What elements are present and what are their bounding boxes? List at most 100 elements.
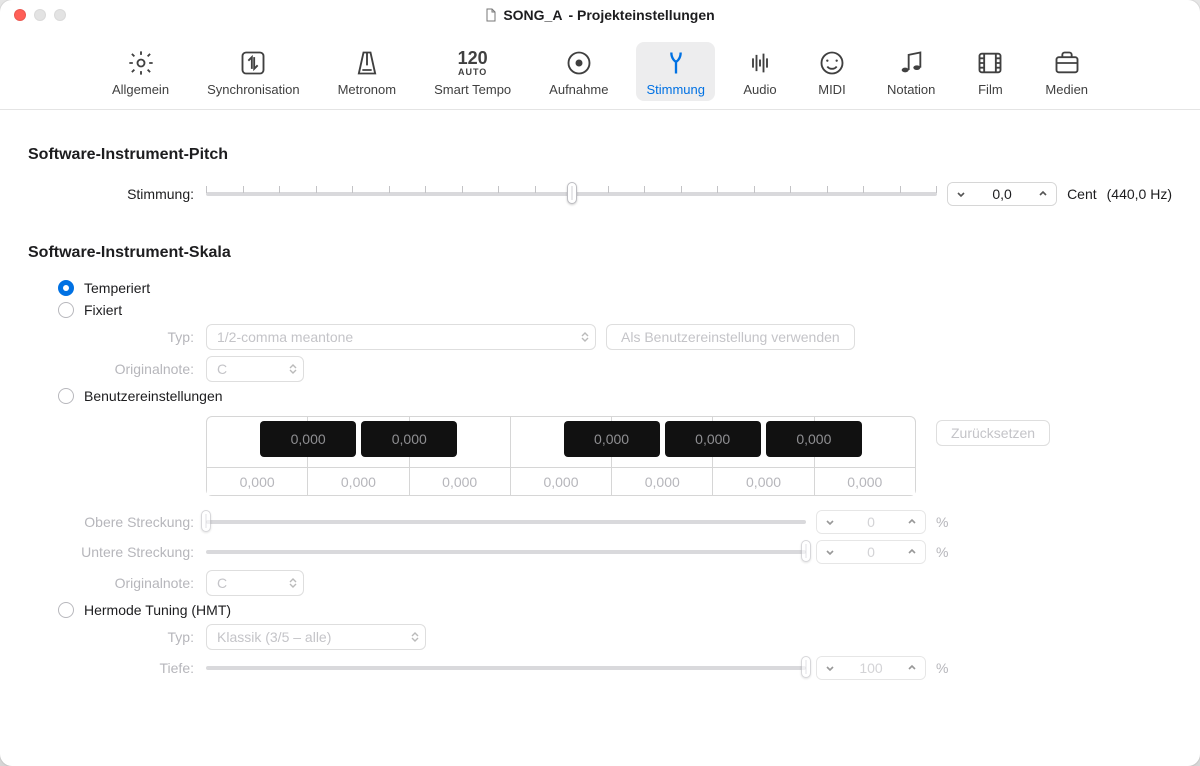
radio-user-label: Benutzereinstellungen [84, 388, 223, 404]
depth-row: Tiefe: 100 % [28, 656, 1172, 680]
tab-label: Smart Tempo [434, 82, 511, 97]
pitch-slider[interactable] [206, 183, 937, 205]
briefcase-icon [1050, 48, 1084, 78]
depth-label: Tiefe: [28, 660, 206, 676]
stepper-down-button [817, 541, 843, 563]
black-key-value: 0,000 [291, 431, 326, 447]
close-window-button[interactable] [14, 9, 26, 21]
tab-film[interactable]: Film [963, 42, 1017, 101]
pitch-freq: (440,0 Hz) [1107, 186, 1172, 202]
white-key-value [308, 467, 408, 495]
tab-label: Synchronisation [207, 82, 300, 97]
stepper-up-button [899, 511, 925, 533]
titlebar: SONG_A - Projekteinstellungen [0, 0, 1200, 30]
white-key-value [713, 467, 813, 495]
tab-allgemein[interactable]: Allgemein [102, 42, 179, 101]
zoom-window-button[interactable] [54, 9, 66, 21]
white-key-value [815, 467, 915, 495]
title-document: SONG_A [503, 7, 562, 23]
lower-stretch-label: Untere Streckung: [28, 544, 206, 560]
updown-icon [289, 578, 297, 588]
stepper-down-button [817, 511, 843, 533]
tab-label: Film [978, 82, 1003, 97]
tab-label: Notation [887, 82, 935, 97]
black-key: 0,000 [665, 421, 761, 457]
stepper-up-button [899, 541, 925, 563]
use-as-user-label: Als Benutzereinstellung verwenden [621, 329, 840, 345]
fixed-type-row: Typ: 1/2-comma meantone Als Benutzereins… [28, 324, 1172, 350]
black-key-value: 0,000 [392, 431, 427, 447]
tab-label: Metronom [338, 82, 397, 97]
white-key-value [511, 467, 611, 495]
stepper-down-button[interactable] [948, 183, 974, 205]
tab-aufnahme[interactable]: Aufnahme [539, 42, 618, 101]
tab-midi[interactable]: MIDI [805, 42, 859, 101]
midi-icon [815, 48, 849, 78]
fixed-origin-value: C [217, 361, 227, 377]
fixed-origin-row: Originalnote: C [28, 356, 1172, 382]
fixed-origin-select: C [206, 356, 304, 382]
stepper-down-button [817, 657, 843, 679]
radio-temperiert-row: Temperiert [58, 280, 1172, 296]
hmt-type-select: Klassik (3/5 – alle) [206, 624, 426, 650]
fixed-type-label: Typ: [28, 329, 206, 345]
project-settings-window: SONG_A - Projekteinstellungen Allgemein … [0, 0, 1200, 766]
slider-thumb [801, 540, 811, 562]
white-key-value [410, 467, 510, 495]
radio-temperiert-label: Temperiert [84, 280, 150, 296]
reset-label: Zurücksetzen [951, 425, 1035, 441]
lower-stretch-value: 0 [843, 544, 899, 560]
radio-fixiert[interactable] [58, 302, 74, 318]
pitch-label: Stimmung: [28, 186, 206, 202]
upper-stretch-slider [206, 511, 806, 533]
radio-fixiert-label: Fixiert [84, 302, 122, 318]
tempo-value: 120 [458, 49, 488, 67]
radio-user[interactable] [58, 388, 74, 404]
minimize-window-button[interactable] [34, 9, 46, 21]
radio-temperiert[interactable] [58, 280, 74, 296]
document-icon [485, 8, 497, 22]
tab-smart-tempo[interactable]: 120 AUTO Smart Tempo [424, 42, 521, 101]
lower-stretch-row: Untere Streckung: 0 % [28, 540, 1172, 564]
tab-stimmung[interactable]: Stimmung [636, 42, 715, 101]
tab-label: Medien [1045, 82, 1088, 97]
pitch-unit: Cent [1067, 186, 1097, 202]
percent-unit: % [936, 514, 948, 530]
hmt-type-value: Klassik (3/5 – alle) [217, 629, 331, 645]
lower-stretch-stepper: 0 [816, 540, 926, 564]
settings-toolbar: Allgemein Synchronisation Metronom 120 A… [0, 30, 1200, 110]
window-title: SONG_A - Projekteinstellungen [0, 7, 1200, 23]
tuning-keyboard: 0,000 0,000 0,000 0,000 0,000 [206, 416, 916, 496]
stepper-up-button[interactable] [1030, 183, 1056, 205]
tab-label: Audio [743, 82, 776, 97]
tuning-fork-icon [659, 48, 693, 78]
tab-notation[interactable]: Notation [877, 42, 945, 101]
section-pitch-title: Software-Instrument-Pitch [28, 146, 1172, 164]
updown-icon [411, 632, 419, 642]
slider-thumb[interactable] [567, 182, 577, 204]
black-key-value: 0,000 [796, 431, 831, 447]
radio-hmt-row: Hermode Tuning (HMT) [58, 602, 1172, 618]
lower-stretch-slider [206, 541, 806, 563]
tab-metronom[interactable]: Metronom [328, 42, 407, 101]
sync-icon [236, 48, 270, 78]
hmt-type-row: Typ: Klassik (3/5 – alle) [28, 624, 1172, 650]
black-key-value: 0,000 [594, 431, 629, 447]
radio-user-row: Benutzereinstellungen [58, 388, 1172, 404]
white-key-value [207, 467, 307, 495]
pitch-stepper[interactable]: 0,0 [947, 182, 1057, 206]
window-controls [14, 9, 66, 21]
tab-audio[interactable]: Audio [733, 42, 787, 101]
radio-hmt[interactable] [58, 602, 74, 618]
fixed-type-value: 1/2-comma meantone [217, 329, 353, 345]
user-origin-label: Originalnote: [28, 575, 206, 591]
upper-stretch-row: Obere Streckung: 0 % [28, 510, 1172, 534]
tab-medien[interactable]: Medien [1035, 42, 1098, 101]
upper-stretch-value: 0 [843, 514, 899, 530]
depth-slider [206, 657, 806, 679]
hmt-type-label: Typ: [28, 629, 206, 645]
slider-thumb [201, 510, 211, 532]
fixed-type-select: 1/2-comma meantone [206, 324, 596, 350]
tab-synchronisation[interactable]: Synchronisation [197, 42, 310, 101]
upper-stretch-stepper: 0 [816, 510, 926, 534]
